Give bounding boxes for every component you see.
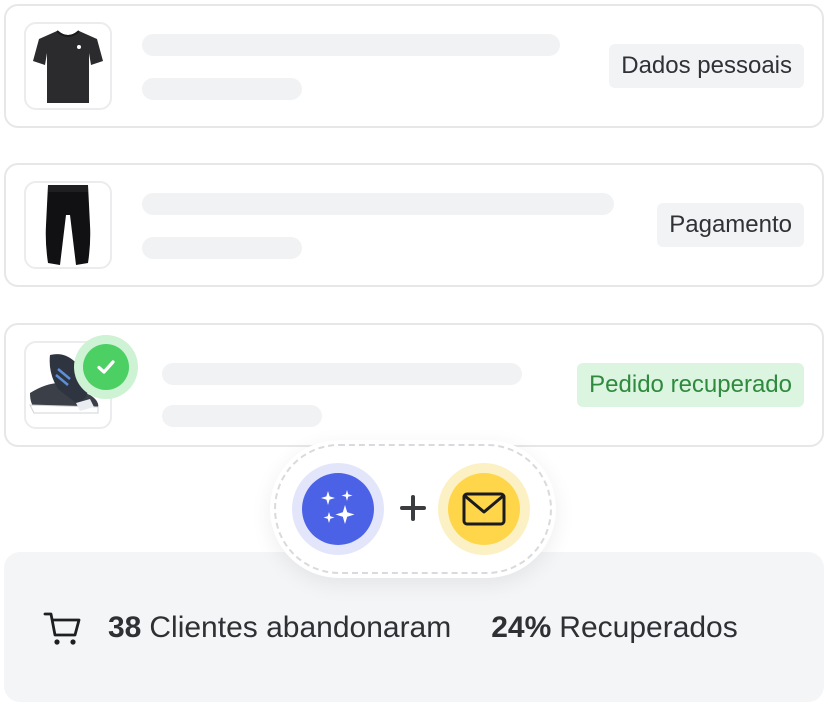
recovered-label: Recuperados [559, 611, 738, 644]
product-thumbnail [24, 181, 112, 269]
abandoned-cart-widget: Dados pessoais Pagamento Pedido recupera… [0, 0, 828, 706]
shopping-cart-icon [42, 608, 82, 648]
skeleton-line [162, 363, 522, 385]
abandoned-label: Clientes abandonaram [149, 611, 452, 644]
skeleton-line [142, 78, 302, 100]
skeleton-line [162, 405, 322, 427]
envelope-icon [462, 492, 506, 526]
recovered-stat: 24% Recuperados [491, 611, 738, 645]
tshirt-icon [33, 30, 103, 103]
email-channel [438, 463, 530, 555]
status-tag: Dados pessoais [609, 44, 804, 88]
abandoned-count: 38 [108, 611, 142, 644]
channel-pill [270, 440, 556, 578]
check-icon [97, 360, 115, 374]
skeleton-line [142, 34, 560, 56]
order-card-personal-data: Dados pessoais [4, 4, 824, 128]
order-card-recovered: Pedido recuperado [4, 323, 824, 447]
recovered-badge [74, 335, 138, 399]
status-tag-success: Pedido recuperado [577, 363, 804, 407]
ai-channel [292, 463, 384, 555]
recovered-percent: 24% [491, 611, 552, 644]
pants-icon [45, 185, 91, 265]
product-thumbnail [24, 22, 112, 110]
plus-icon [400, 495, 426, 521]
skeleton-line [142, 237, 302, 259]
abandoned-stat: 38 Clientes abandonaram [108, 611, 451, 645]
status-tag: Pagamento [657, 203, 804, 247]
order-card-payment: Pagamento [4, 163, 824, 287]
skeleton-line [142, 193, 614, 215]
sparkles-icon [321, 490, 355, 524]
